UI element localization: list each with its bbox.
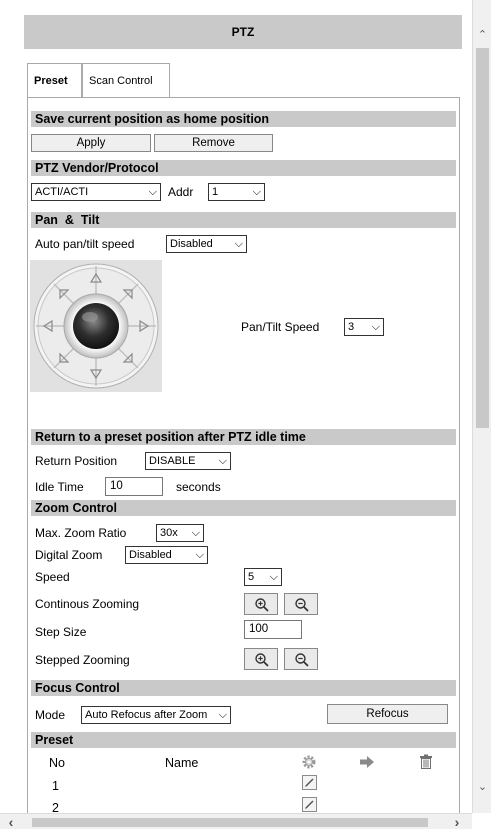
- chevron-down-icon: ⌵: [252, 186, 261, 198]
- auto-speed-value: Disabled: [170, 238, 213, 250]
- edit-icon[interactable]: [302, 775, 317, 793]
- horizontal-scroll-thumb[interactable]: [32, 818, 428, 827]
- horizontal-scrollbar[interactable]: ‹ ›: [0, 813, 472, 829]
- scroll-left-icon[interactable]: ‹: [4, 815, 18, 829]
- return-position-select[interactable]: DISABLE ⌵: [145, 452, 231, 470]
- protocol-value: ACTI/ACTI: [35, 186, 89, 198]
- protocol-select[interactable]: ACTI/ACTI ⌵: [31, 183, 161, 201]
- zoom-in-icon: [255, 653, 269, 667]
- step-size-label: Step Size: [35, 625, 87, 639]
- zoom-out-icon: [295, 598, 309, 612]
- continuous-zoom-out-button[interactable]: [284, 593, 318, 615]
- idle-time-input[interactable]: 10: [105, 477, 163, 496]
- chevron-down-icon: ⌵: [218, 709, 227, 721]
- chevron-down-icon: ⌵: [218, 455, 227, 467]
- gear-icon: [301, 754, 317, 773]
- idle-time-label: Idle Time: [35, 480, 84, 494]
- section-idle-return: Return to a preset position after PTZ id…: [31, 429, 456, 445]
- apply-button[interactable]: Apply: [31, 134, 151, 152]
- joystick-pad-icon: [33, 263, 159, 389]
- vertical-scroll-thumb[interactable]: [476, 48, 489, 428]
- max-zoom-label: Max. Zoom Ratio: [35, 526, 127, 540]
- arrow-right-icon: [359, 754, 375, 773]
- section-preset: Preset: [31, 732, 456, 748]
- max-zoom-value: 30x: [160, 527, 178, 539]
- section-vendor-protocol: PTZ Vendor/Protocol: [31, 160, 456, 176]
- auto-speed-label: Auto pan/tilt speed: [35, 237, 135, 251]
- trash-icon: [418, 754, 434, 773]
- pan-tilt-speed-value: 3: [348, 321, 355, 333]
- scroll-down-icon[interactable]: ⌄: [475, 780, 490, 794]
- section-focus-control: Focus Control: [31, 680, 456, 696]
- digital-zoom-label: Digital Zoom: [35, 548, 103, 562]
- step-size-input[interactable]: 100: [244, 620, 302, 639]
- section-pan-tilt: Pan & Tilt: [31, 212, 456, 228]
- stepped-zoom-label: Stepped Zooming: [35, 653, 130, 667]
- refocus-button[interactable]: Refocus: [327, 704, 448, 724]
- auto-speed-select[interactable]: Disabled ⌵: [166, 235, 247, 253]
- return-position-label: Return Position: [35, 454, 118, 468]
- chevron-down-icon: ⌵: [148, 186, 157, 198]
- preset-row-1-no: 1: [52, 779, 59, 793]
- continuous-zoom-label: Continous Zooming: [35, 597, 140, 611]
- tab-scan-control[interactable]: Scan Control: [82, 63, 170, 97]
- return-position-value: DISABLE: [149, 455, 196, 467]
- chevron-down-icon: ⌵: [195, 549, 204, 561]
- ptz-panel: PTZ Preset Scan Control Save current pos…: [0, 0, 471, 815]
- addr-value: 1: [212, 186, 219, 198]
- zoom-out-icon: [295, 653, 309, 667]
- stepped-zoom-out-button[interactable]: [284, 648, 318, 670]
- addr-select[interactable]: 1 ⌵: [208, 183, 265, 201]
- max-zoom-select[interactable]: 30x ⌵: [156, 524, 204, 542]
- focus-mode-value: Auto Refocus after Zoom: [85, 709, 208, 721]
- ptz-page: PTZ Preset Scan Control Save current pos…: [0, 0, 491, 829]
- pan-tilt-speed-label: Pan/Tilt Speed: [241, 320, 320, 334]
- chevron-down-icon: ⌵: [191, 527, 200, 539]
- scroll-right-icon[interactable]: ›: [450, 815, 464, 829]
- zoom-speed-value: 5: [248, 571, 255, 583]
- remove-button[interactable]: Remove: [154, 134, 273, 152]
- chevron-down-icon: ⌵: [234, 238, 243, 250]
- zoom-in-icon: [255, 598, 269, 612]
- pan-tilt-speed-select[interactable]: 3 ⌵: [344, 318, 384, 336]
- vertical-scrollbar[interactable]: ⌃ ⌄: [472, 0, 491, 813]
- stepped-zoom-in-button[interactable]: [244, 648, 278, 670]
- preset-col-name: Name: [165, 756, 199, 770]
- digital-zoom-select[interactable]: Disabled ⌵: [125, 546, 208, 564]
- focus-mode-select[interactable]: Auto Refocus after Zoom ⌵: [81, 706, 231, 724]
- zoom-speed-label: Speed: [35, 570, 70, 584]
- preset-col-no: No: [49, 756, 65, 770]
- digital-zoom-value: Disabled: [129, 549, 172, 561]
- tab-preset[interactable]: Preset: [27, 63, 82, 98]
- chevron-down-icon: ⌵: [269, 571, 278, 583]
- section-zoom-control: Zoom Control: [31, 500, 456, 516]
- idle-time-unit: seconds: [176, 480, 221, 494]
- section-home-position: Save current position as home position: [31, 111, 456, 127]
- focus-mode-label: Mode: [35, 708, 66, 722]
- ptz-joystick: [30, 260, 162, 392]
- continuous-zoom-in-button[interactable]: [244, 593, 278, 615]
- chevron-down-icon: ⌵: [371, 321, 380, 333]
- zoom-speed-select[interactable]: 5 ⌵: [244, 568, 282, 586]
- scroll-up-icon[interactable]: ⌃: [475, 28, 490, 42]
- addr-label: Addr: [168, 185, 194, 199]
- page-title: PTZ: [24, 15, 462, 49]
